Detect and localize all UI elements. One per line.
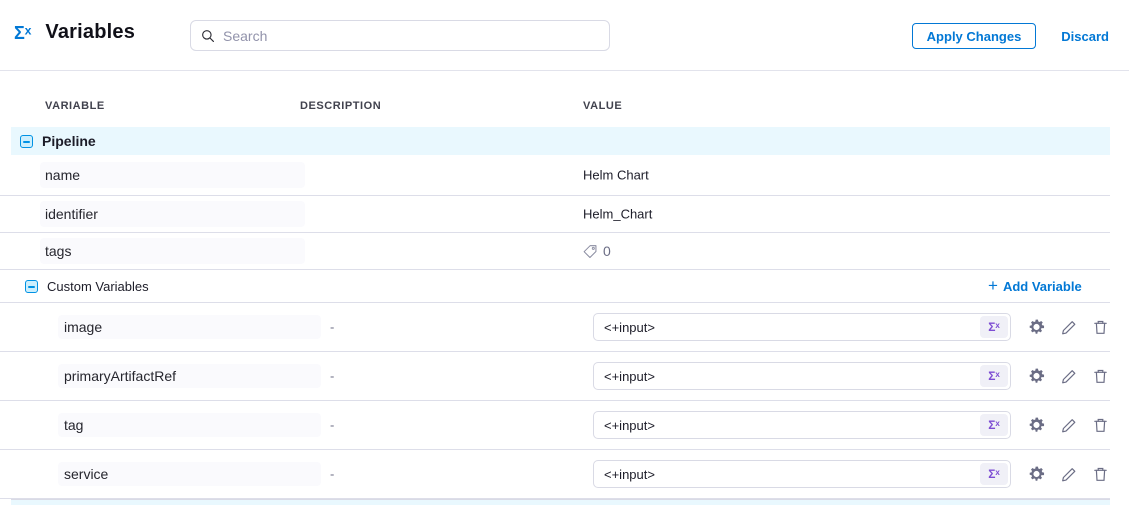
settings-gear-icon[interactable] [1028, 466, 1045, 483]
column-header-value: VALUE [583, 100, 622, 112]
row-actions [1028, 319, 1109, 336]
tags-value: 0 [583, 243, 611, 259]
tag-icon [583, 244, 598, 259]
delete-trash-icon[interactable] [1092, 466, 1109, 483]
header-actions: Apply Changes Discard [912, 23, 1109, 49]
delete-trash-icon[interactable] [1092, 319, 1109, 336]
column-header-variable: VARIABLE [45, 100, 105, 112]
tag-count: 0 [603, 243, 611, 259]
variable-description: - [330, 467, 334, 482]
variable-description: - [330, 320, 334, 335]
header-title-group: Σˣ Variables [14, 21, 135, 44]
delete-trash-icon[interactable] [1092, 368, 1109, 385]
table-row: primaryArtifactRef - Σˣ [0, 352, 1110, 401]
table-header: VARIABLE DESCRIPTION VALUE [0, 71, 1129, 127]
page-title: Variables [45, 21, 135, 44]
value-input[interactable] [594, 418, 980, 433]
variable-name-label: tags [40, 238, 305, 264]
variable-name-label: identifier [40, 201, 305, 227]
add-variable-button[interactable]: + Add Variable [988, 278, 1082, 294]
search-icon [201, 29, 215, 43]
value-input-group: Σˣ [593, 411, 1011, 439]
row-actions [1028, 466, 1109, 483]
expression-type-badge[interactable]: Σˣ [980, 365, 1008, 387]
variable-value: Helm Chart [583, 168, 649, 183]
collapse-minus-icon[interactable] [20, 135, 33, 148]
table-row: identifier Helm_Chart [0, 196, 1110, 233]
variable-description: - [330, 418, 334, 433]
variable-description: - [330, 369, 334, 384]
table-row: service - Σˣ [0, 450, 1110, 499]
add-variable-label: Add Variable [1003, 279, 1082, 294]
variables-panel: Σˣ Variables Apply Changes Discard VARIA… [0, 0, 1129, 505]
next-section-row-partial [11, 499, 1110, 505]
edit-pencil-icon[interactable] [1060, 368, 1077, 385]
delete-trash-icon[interactable] [1092, 417, 1109, 434]
expression-type-badge[interactable]: Σˣ [980, 316, 1008, 338]
edit-pencil-icon[interactable] [1060, 466, 1077, 483]
row-actions [1028, 368, 1109, 385]
search-box[interactable] [190, 20, 610, 51]
apply-changes-button[interactable]: Apply Changes [912, 23, 1037, 49]
variable-name-label: service [58, 462, 321, 486]
value-input-group: Σˣ [593, 460, 1011, 488]
search-input[interactable] [223, 28, 599, 44]
edit-pencil-icon[interactable] [1060, 417, 1077, 434]
value-input[interactable] [594, 320, 980, 335]
variable-value: Helm_Chart [583, 207, 652, 222]
expression-type-badge[interactable]: Σˣ [980, 414, 1008, 436]
table-row: image - Σˣ [0, 303, 1110, 352]
variable-name-label: primaryArtifactRef [58, 364, 321, 388]
table-row: tags 0 [0, 233, 1110, 270]
variable-name-label: tag [58, 413, 321, 437]
table-row: tag - Σˣ [0, 401, 1110, 450]
value-input[interactable] [594, 369, 980, 384]
pipeline-section-header: Pipeline [11, 127, 1110, 155]
value-input[interactable] [594, 467, 980, 482]
variable-name-label: name [40, 162, 305, 188]
value-input-group: Σˣ [593, 313, 1011, 341]
variable-name-label: image [58, 315, 321, 339]
settings-gear-icon[interactable] [1028, 368, 1045, 385]
expression-type-badge[interactable]: Σˣ [980, 463, 1008, 485]
column-header-description: DESCRIPTION [300, 100, 381, 112]
edit-pencil-icon[interactable] [1060, 319, 1077, 336]
discard-button[interactable]: Discard [1061, 29, 1109, 44]
settings-gear-icon[interactable] [1028, 319, 1045, 336]
table-row: name Helm Chart [0, 155, 1110, 196]
custom-variables-section-label: Custom Variables [47, 279, 149, 294]
plus-icon: + [988, 277, 998, 294]
value-input-group: Σˣ [593, 362, 1011, 390]
header: Σˣ Variables Apply Changes Discard [0, 0, 1129, 71]
pipeline-section-label: Pipeline [42, 133, 96, 149]
settings-gear-icon[interactable] [1028, 417, 1045, 434]
custom-variables-section-header: Custom Variables + Add Variable [0, 270, 1110, 303]
expression-sigma-icon: Σˣ [14, 24, 31, 42]
row-actions [1028, 417, 1109, 434]
collapse-minus-icon[interactable] [25, 280, 38, 293]
